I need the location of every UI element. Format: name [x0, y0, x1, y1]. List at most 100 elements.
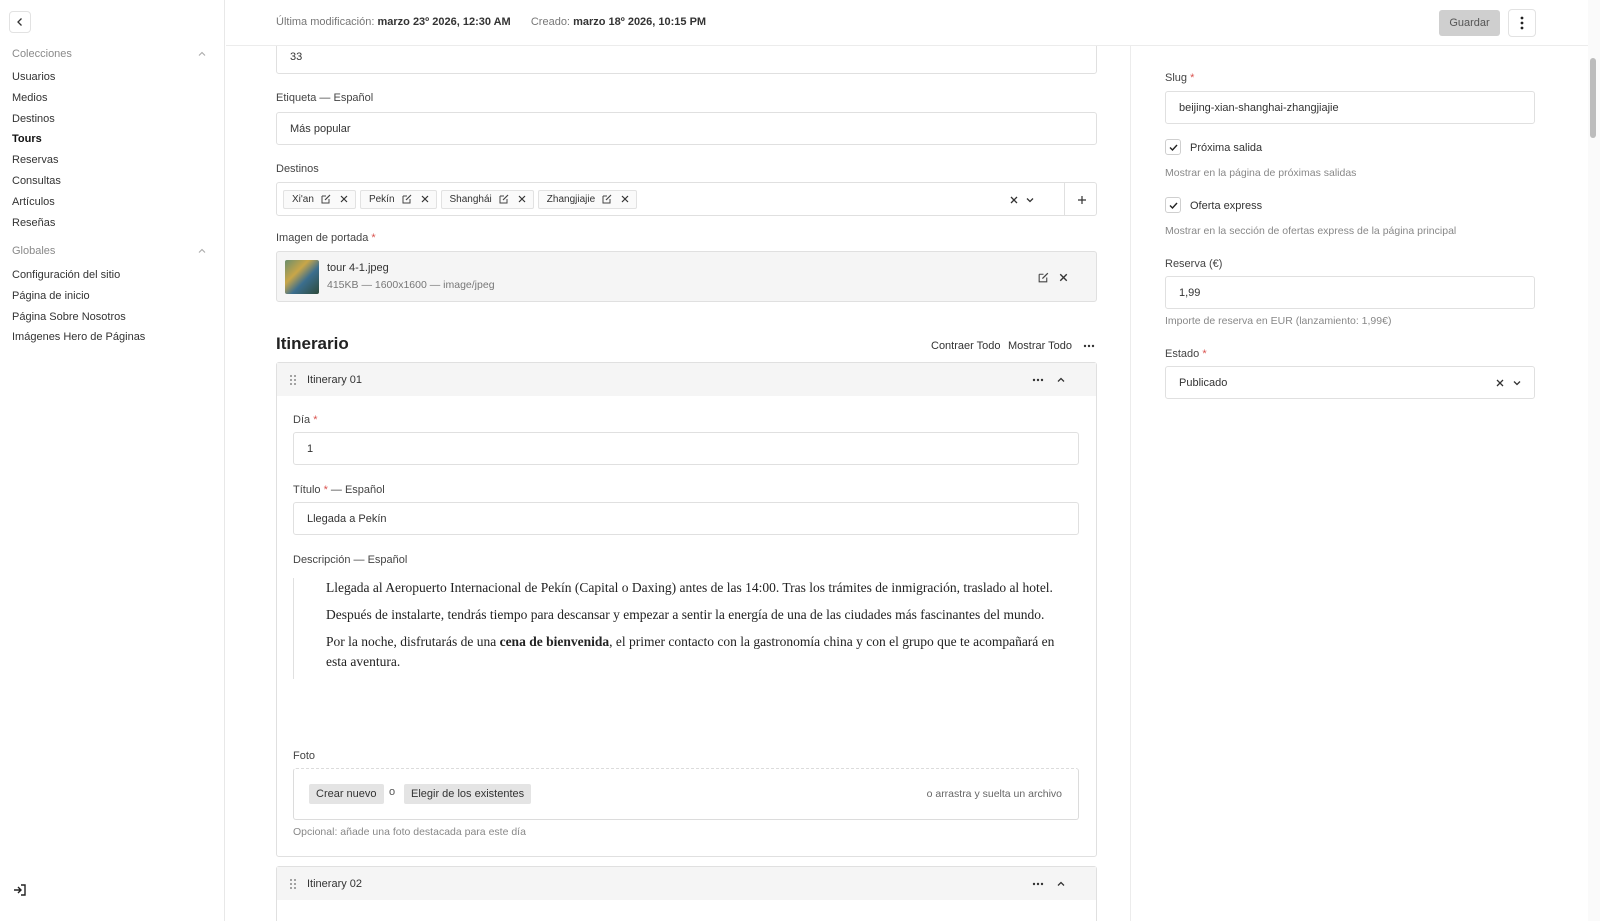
edit-icon[interactable] — [1037, 271, 1050, 284]
collections-group-toggle[interactable]: Colecciones — [12, 48, 207, 60]
more-vertical-icon — [1520, 16, 1524, 30]
clear-icon[interactable] — [1008, 194, 1020, 206]
sidebar-item-reservas[interactable]: Reservas — [12, 150, 61, 171]
reserva-label: Reserva (€) — [1165, 258, 1223, 270]
sidebar-item-about-page[interactable]: Página Sobre Nosotros — [12, 307, 145, 328]
estado-value: Publicado — [1179, 376, 1228, 389]
edit-icon[interactable] — [601, 193, 613, 205]
close-icon[interactable] — [619, 193, 631, 205]
estado-label: Estado * — [1165, 348, 1207, 360]
reserva-hint: Importe de reserva en EUR (lanzamiento: … — [1165, 315, 1392, 327]
more-horizontal-icon[interactable] — [1032, 882, 1044, 886]
drag-handle-icon[interactable] — [289, 878, 297, 890]
more-horizontal-icon[interactable] — [1083, 344, 1095, 348]
drag-drop-hint: o arrastra y suelta un archivo — [926, 788, 1062, 800]
sidebar-item-hero-images[interactable]: Imágenes Hero de Páginas — [12, 327, 145, 348]
destino-tag-label: Pekín — [368, 193, 395, 205]
close-icon[interactable] — [338, 193, 350, 205]
scrollbar[interactable] — [1588, 0, 1600, 921]
close-icon[interactable] — [516, 193, 528, 205]
last-modified-value: marzo 23º 2026, 12:30 AM — [377, 16, 511, 28]
chevron-up-icon — [198, 248, 206, 253]
more-horizontal-icon[interactable] — [1032, 378, 1044, 382]
created-value: marzo 18º 2026, 10:15 PM — [573, 16, 707, 28]
reserva-input[interactable]: 1,99 — [1165, 276, 1535, 309]
drag-handle-icon[interactable] — [289, 374, 297, 386]
cover-filename[interactable]: tour 4-1.jpeg — [327, 262, 389, 274]
close-icon[interactable] — [1057, 271, 1070, 284]
back-button[interactable] — [9, 11, 31, 33]
photo-dropzone[interactable]: Crear nuevo o Elegir de los existentes o… — [293, 768, 1079, 820]
destino-tag: Zhangjiajie — [537, 189, 638, 209]
scrollbar-thumb[interactable] — [1590, 58, 1596, 138]
description-paragraph: Después de instalarte, tendrás tiempo pa… — [326, 607, 1045, 622]
sidebar-item-articulos[interactable]: Artículos — [12, 192, 61, 213]
chevron-up-icon[interactable] — [1055, 374, 1067, 386]
photo-hint: Opcional: añade una foto destacada para … — [293, 826, 526, 838]
chevron-down-icon[interactable] — [1024, 194, 1036, 206]
title-label: Título * — Español — [293, 484, 385, 496]
chevron-up-icon — [198, 51, 206, 56]
itinerary-row-title: Itinerary 02 — [307, 877, 363, 890]
chevron-up-icon[interactable] — [1055, 878, 1067, 890]
edit-icon[interactable] — [401, 193, 413, 205]
description-paragraph: Llegada al Aeropuerto Internacional de P… — [326, 580, 1053, 595]
sidebar-item-medios[interactable]: Medios — [12, 88, 61, 109]
close-icon[interactable] — [419, 193, 431, 205]
destinos-multiselect[interactable]: Xi'an Pekín Shanghái Zhangjiajie — [276, 182, 1097, 216]
logout-button[interactable] — [12, 882, 28, 898]
collections-nav: Usuarios Medios Destinos Tours Reservas … — [12, 67, 61, 233]
next-departure-label: Próxima salida — [1190, 142, 1263, 154]
number-input[interactable]: 33 — [276, 46, 1097, 74]
create-new-button[interactable]: Crear nuevo — [309, 784, 384, 804]
sidebar-item-consultas[interactable]: Consultas — [12, 171, 61, 192]
express-offer-label: Oferta express — [1190, 200, 1263, 212]
itinerary-row-title: Itinerary 01 — [307, 373, 363, 386]
description-label: Descripción — Español — [293, 554, 408, 566]
check-icon — [1169, 202, 1178, 209]
cover-thumbnail — [285, 260, 319, 294]
sidebar-item-tours[interactable]: Tours — [12, 129, 61, 150]
globals-nav: Configuración del sitio Página de inicio… — [12, 265, 145, 348]
choose-existing-button[interactable]: Elegir de los existentes — [404, 784, 532, 804]
document-meta: Última modificación: marzo 23º 2026, 12:… — [276, 16, 706, 28]
collapse-all-button[interactable]: Contraer Todo — [931, 340, 1001, 352]
sidebar-item-resenas[interactable]: Reseñas — [12, 213, 61, 234]
description-editor[interactable]: Llegada al Aeropuerto Internacional de P… — [293, 578, 1063, 679]
sidebar-item-home-page[interactable]: Página de inicio — [12, 286, 145, 307]
itinerary-title: Itinerario — [276, 334, 349, 353]
express-offer-checkbox[interactable] — [1165, 197, 1181, 213]
destino-tag: Xi'an — [283, 189, 356, 209]
show-all-button[interactable]: Mostrar Todo — [1008, 340, 1072, 352]
collections-group-title: Colecciones — [12, 48, 72, 60]
sidebar-item-destinos[interactable]: Destinos — [12, 109, 61, 130]
chevron-left-icon — [17, 18, 22, 26]
document-header: Última modificación: marzo 23º 2026, 12:… — [226, 0, 1588, 46]
itinerary-row-header[interactable]: Itinerary 01 — [277, 363, 1096, 396]
photo-label: Foto — [293, 750, 316, 762]
next-departure-checkbox[interactable] — [1165, 139, 1181, 155]
globals-group-toggle[interactable]: Globales — [12, 245, 207, 257]
edit-icon[interactable] — [498, 193, 510, 205]
document-menu-button[interactable] — [1508, 9, 1536, 37]
itinerary-row-header[interactable]: Itinerary 02 — [277, 867, 1096, 900]
sidebar-item-site-config[interactable]: Configuración del sitio — [12, 265, 145, 286]
edit-icon[interactable] — [320, 193, 332, 205]
description-paragraph: Por la noche, disfrutarás de una cena de… — [326, 634, 1055, 669]
estado-select[interactable]: Publicado — [1165, 366, 1535, 399]
add-icon[interactable] — [1076, 194, 1088, 206]
or-text: o — [389, 786, 396, 798]
etiqueta-label: Etiqueta — Español — [276, 92, 374, 104]
etiqueta-input[interactable]: Más popular — [276, 112, 1097, 145]
chevron-down-icon[interactable] — [1511, 377, 1523, 389]
slug-input[interactable]: beijing-xian-shanghai-zhangjiajie — [1165, 91, 1535, 124]
itinerary-row: Itinerary 02 — [276, 866, 1097, 921]
created-label: Creado: — [530, 16, 570, 28]
clear-icon[interactable] — [1494, 377, 1506, 389]
logout-icon — [14, 884, 26, 896]
title-input[interactable]: Llegada a Pekín — [293, 502, 1079, 535]
save-button[interactable]: Guardar — [1439, 10, 1500, 36]
day-input[interactable]: 1 — [293, 432, 1079, 465]
sidebar: Colecciones Usuarios Medios Destinos Tou… — [0, 0, 225, 921]
sidebar-item-usuarios[interactable]: Usuarios — [12, 67, 61, 88]
